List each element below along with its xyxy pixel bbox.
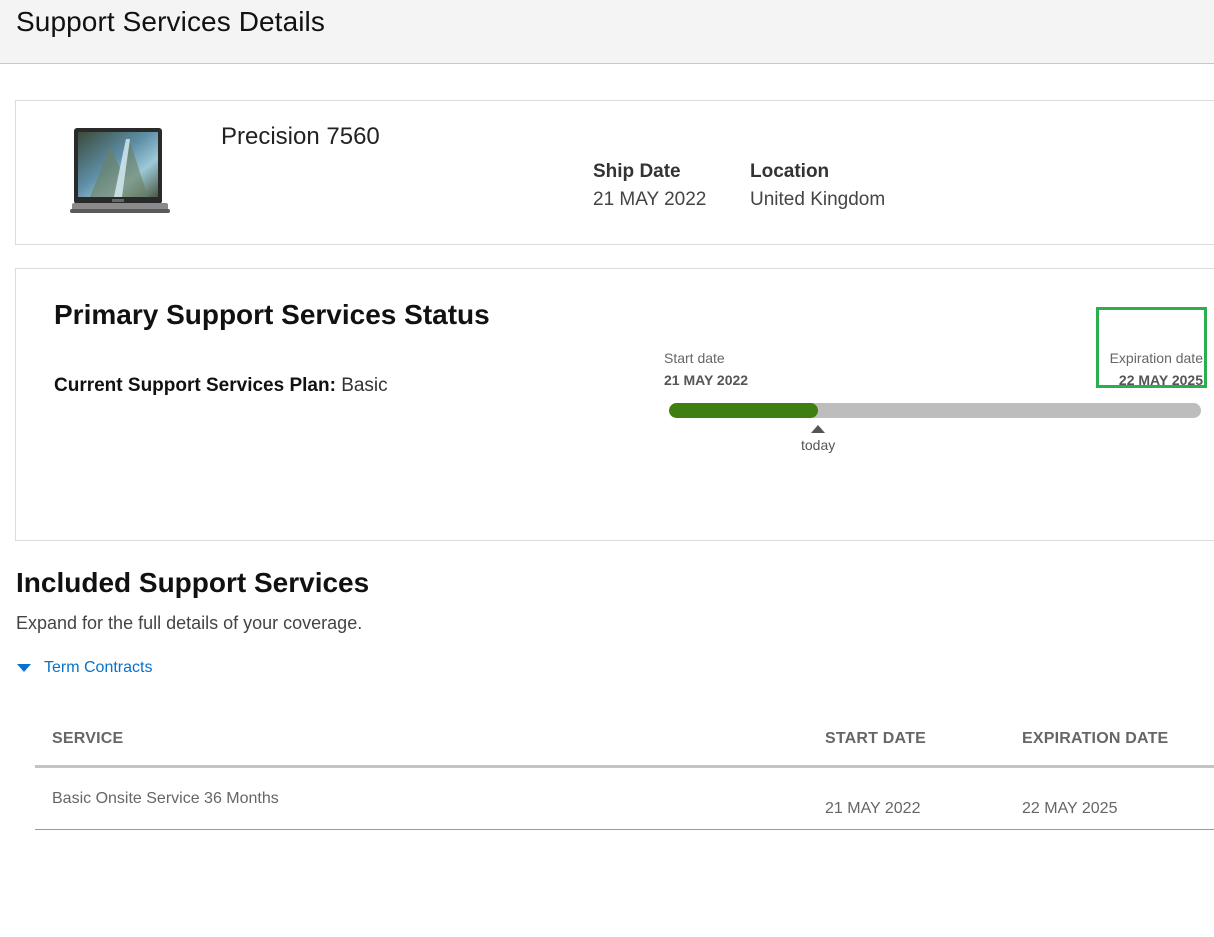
plan-label: Current Support Services Plan: <box>54 375 336 396</box>
support-status-card: Primary Support Services Status Current … <box>15 268 1214 541</box>
included-services-title: Included Support Services <box>16 567 370 598</box>
current-plan: Current Support Services Plan: Basic <box>54 375 388 397</box>
caret-down-icon <box>17 664 31 672</box>
product-name: Precision 7560 <box>221 123 380 150</box>
status-title: Primary Support Services Status <box>54 299 490 330</box>
included-services-subtitle: Expand for the full details of your cove… <box>16 613 363 633</box>
service-name-cell: Basic Onsite Service 36 Months <box>52 790 279 807</box>
expiration-date-label: Expiration date <box>1109 350 1203 366</box>
start-date-value: 21 MAY 2022 <box>664 372 749 388</box>
location-block: Location United Kingdom <box>750 161 885 211</box>
page-title: Support Services Details <box>16 6 325 37</box>
ship-date-block: Ship Date 21 MAY 2022 <box>593 161 706 211</box>
laptop-icon <box>70 128 170 213</box>
column-header-expiration-date: EXPIRATION DATE <box>1022 730 1169 747</box>
product-card: Precision 7560 Ship Date 21 MAY 2022 Loc… <box>15 100 1214 245</box>
table-header-divider <box>35 765 1214 768</box>
plan-value: Basic <box>341 375 388 396</box>
today-marker-icon <box>811 425 825 433</box>
coverage-progress-track <box>669 403 1201 418</box>
term-contracts-toggle[interactable]: Term Contracts <box>17 659 152 677</box>
coverage-progress-fill <box>669 403 818 418</box>
column-header-service: SERVICE <box>52 730 124 747</box>
location-label: Location <box>750 161 830 182</box>
ship-date-label: Ship Date <box>593 161 681 182</box>
term-contracts-label: Term Contracts <box>44 659 153 676</box>
start-date-cell: 21 MAY 2022 <box>825 800 921 817</box>
expiration-date-cell: 22 MAY 2025 <box>1022 800 1118 817</box>
today-label: today <box>801 437 836 453</box>
location-value: United Kingdom <box>750 189 886 210</box>
expiration-date-value: 22 MAY 2025 <box>1118 372 1203 388</box>
ship-date-value: 21 MAY 2022 <box>593 189 707 210</box>
table-row-divider <box>35 829 1214 830</box>
start-date-label: Start date <box>664 350 725 366</box>
column-header-start-date: START DATE <box>825 730 926 747</box>
page-header: Support Services Details <box>0 0 1214 64</box>
